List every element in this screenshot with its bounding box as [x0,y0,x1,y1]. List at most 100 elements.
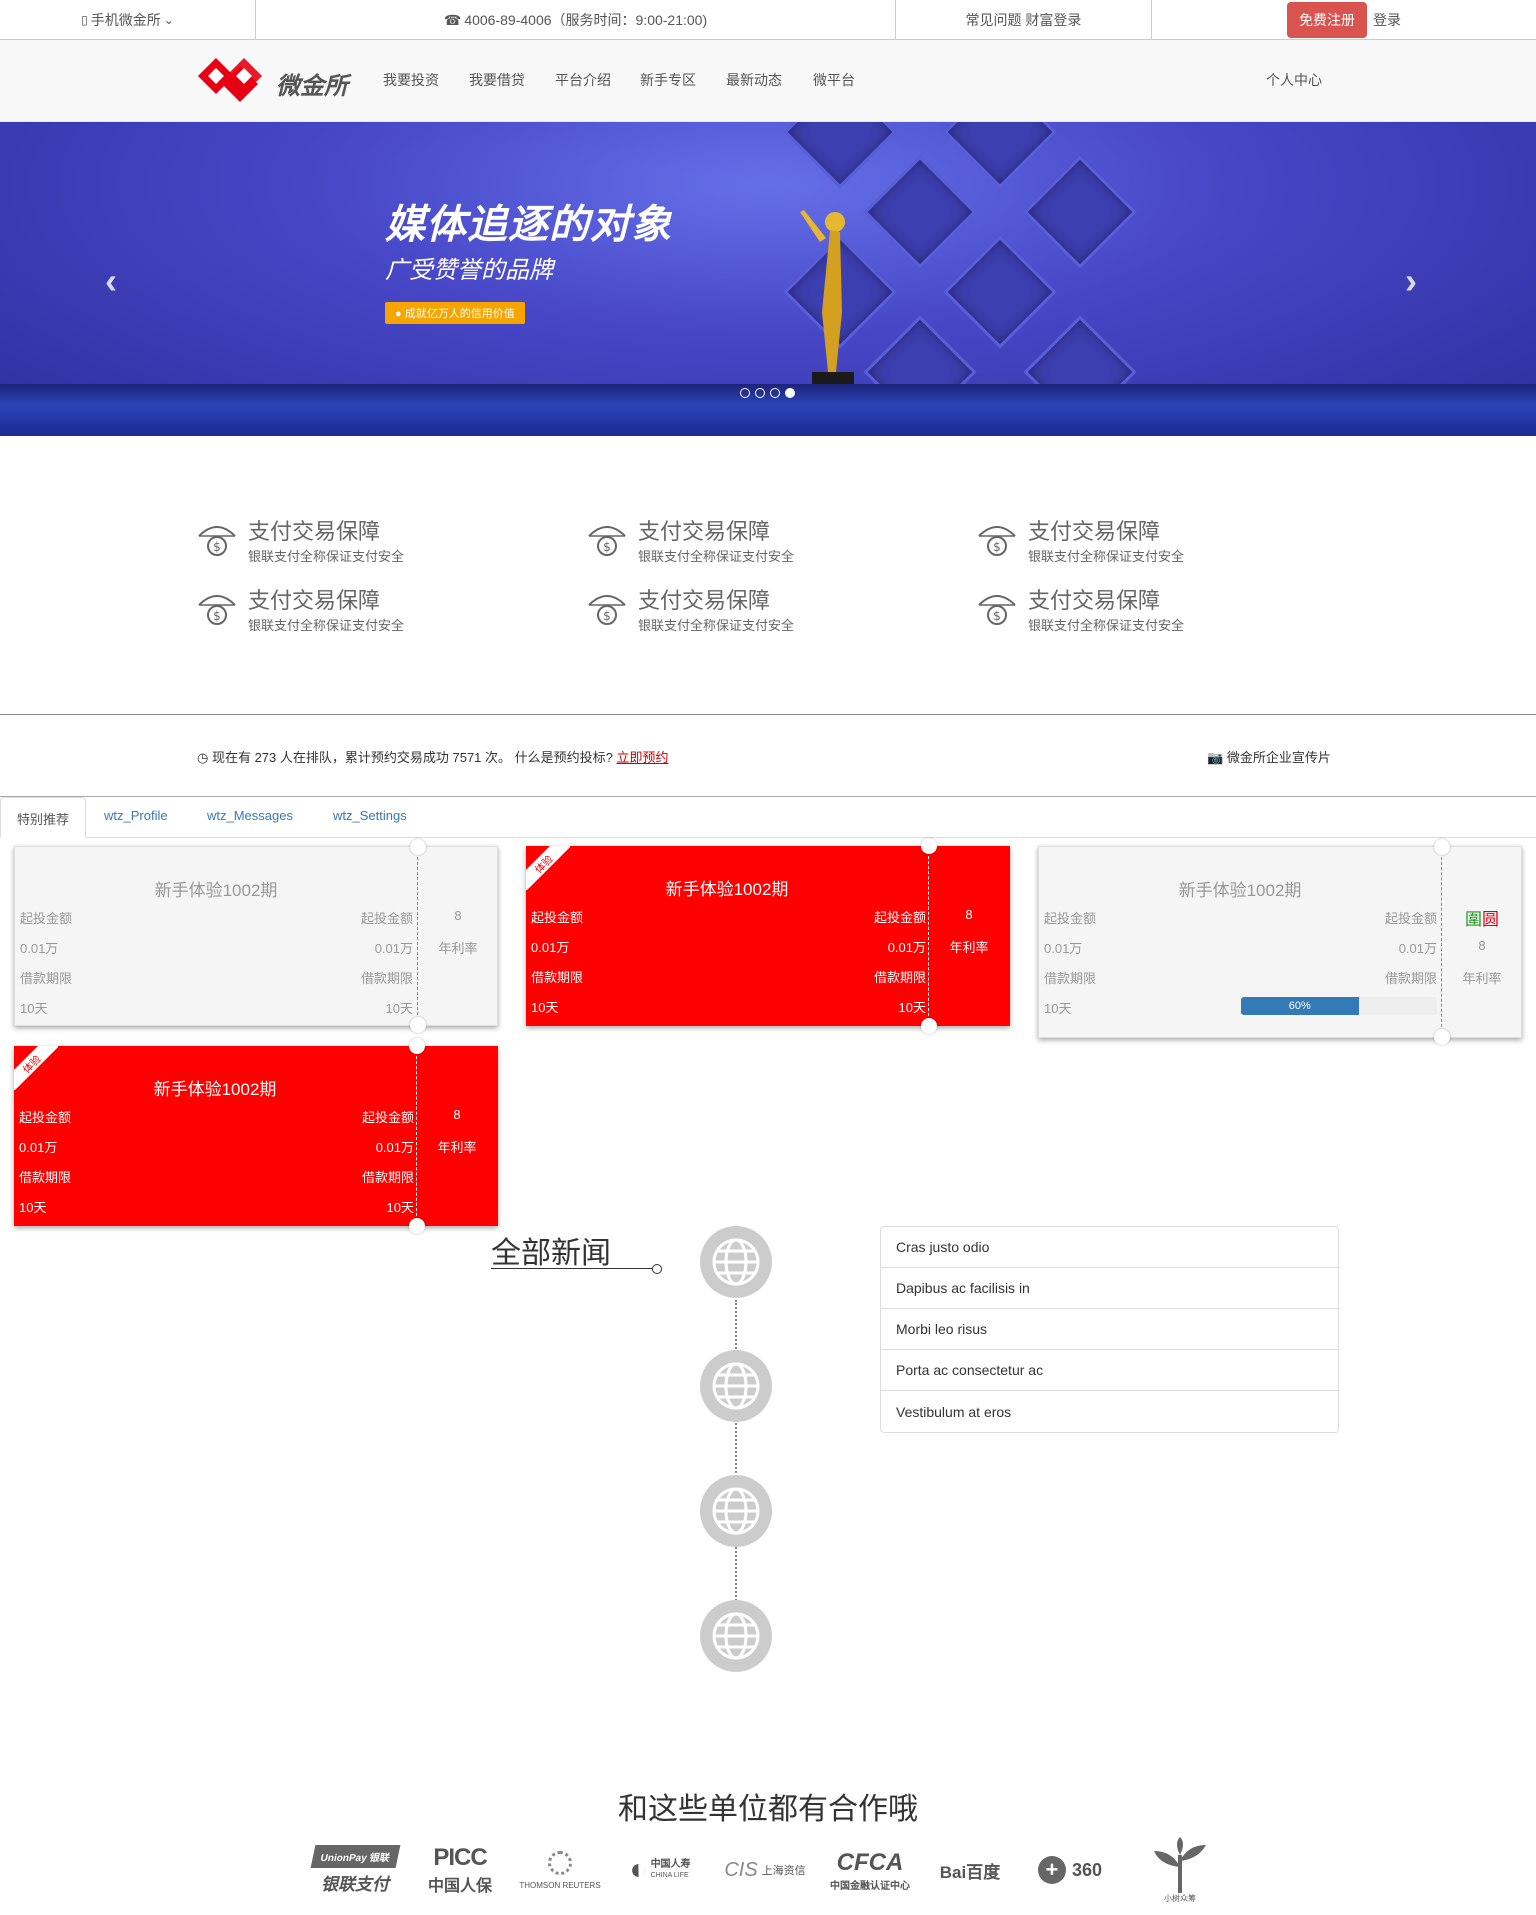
hotline-text: 4006-89-4006（服务时间：9:00-21:00) [464,12,708,28]
card-value: 0.01万 [1398,941,1437,956]
card-title: 新手体验1002期 [154,881,278,900]
card-rate: 8 [453,1107,461,1122]
nav-latest-news[interactable]: 最新动态 [726,70,782,90]
card-title: 新手体验1002期 [1178,881,1302,900]
feature-title: 支付交易保障 [1028,588,1161,613]
card-label: 起投金额 [531,910,584,925]
nav-micro-platform[interactable]: 微平台 [813,70,855,90]
banner-subtitle: 广受赞誉的品牌 [385,257,553,284]
card-label: 借款期限 [873,970,926,985]
funding-progress-fill: 60% [1241,997,1359,1015]
card-value: 10天 [385,1001,413,1016]
card-rate: 8 [1478,938,1486,953]
card-notch [1434,839,1450,855]
register-button[interactable]: 免费注册 [1287,2,1367,38]
carousel-dot[interactable] [770,388,780,398]
tab-featured[interactable]: 特别推荐 [0,797,87,838]
carousel-dot-active[interactable] [785,388,795,398]
baidu-logo[interactable]: Bai百度 [925,1830,1015,1910]
news-list-item[interactable]: Dapibus ac facilisis in [881,1268,1338,1309]
unionpay-logo[interactable]: UnionPay 银联 银联支付 [310,1830,400,1910]
card-label: 借款期限 [361,1170,414,1185]
camera-icon: 📷 [1207,750,1224,765]
site-logo[interactable]: 微金所 [196,54,356,108]
card-value: 0.01万 [20,941,59,956]
partner-logo-name: UnionPay 银联 [310,1845,400,1868]
feature-title: 支付交易保障 [638,588,771,613]
card-value: 0.01万 [19,1140,58,1155]
card-label: 起投金额 [20,911,73,926]
product-card[interactable]: 体验 新手体验1002期 起投金额 起投金额 0.01万 0.01万 借款期限 … [526,838,1010,1034]
promo-video-link[interactable]: 📷 微金所企业宣传片 [1207,747,1331,766]
cis-logo[interactable]: CIS 上海资信 [720,1830,810,1910]
nav-invest[interactable]: 我要投资 [383,70,439,90]
feature-item: $ 支付交易保障 银联支付全称保证支付安全 [197,514,497,570]
globe-icon[interactable] [700,1475,772,1547]
card-label: 起投金额 [873,910,926,925]
carousel-indicators [740,388,795,398]
svg-text:$: $ [213,540,221,554]
nav-user-center[interactable]: 个人中心 [1266,70,1322,90]
partner-logo-sub: 中国金融认证中心 [830,1880,910,1892]
hero-banner: 媒体追逐的对象 广受赞誉的品牌 ● 成就亿万人的信用价值 ‹ › [0,122,1536,436]
card-title: 新手体验1002期 [153,1080,277,1099]
card-value: 10天 [386,1200,414,1215]
card-label: 借款期限 [1384,971,1437,986]
thomson-reuters-logo[interactable]: THOMSON REUTERS [515,1830,605,1910]
card-title: 新手体验1002期 [665,880,789,899]
nav-platform-intro[interactable]: 平台介绍 [555,70,611,90]
news-heading-dot [652,1264,662,1274]
card-notch [409,1218,425,1234]
tab-profile[interactable]: wtz_Profile [88,797,184,838]
nav-newbie-zone[interactable]: 新手专区 [640,70,696,90]
card-label: 借款期限 [20,971,73,986]
queue-text: 现在有 273 人在排队，累计预约交易成功 7571 次。 什么是预约投标? [211,750,613,765]
mobile-app-link[interactable]: ▯ 手机微金所 ⌄ [0,0,256,40]
carousel-next-icon[interactable]: › [1405,260,1417,302]
umbrella-coin-icon: $ [198,526,236,556]
reserve-now-link[interactable]: 立即预约 [617,750,669,765]
product-card[interactable]: 新手体验1002期 起投金额 起投金额 0.01万 0.01万 借款期限 借款期… [1038,839,1522,1045]
card-value: 10天 [898,1000,926,1015]
feature-title: 支付交易保障 [638,519,771,544]
stamp-char: 圍 [1465,910,1482,929]
trophy-tile [1023,155,1137,269]
product-card[interactable]: 体验 新手体验1002期 起投金额 起投金额 0.01万 0.01万 借款期限 … [14,1038,498,1234]
cfca-logo[interactable]: CFCA 中国金融认证中心 [825,1830,915,1910]
trophy-tile [943,122,1057,189]
umbrella-coin-icon: $ [588,526,626,556]
globe-icon[interactable] [700,1226,772,1298]
umbrella-coin-icon: $ [978,595,1016,625]
product-card[interactable]: 新手体验1002期 起投金额 起投金额 0.01万 0.01万 借款期限 借款期… [14,839,498,1033]
feature-title: 支付交易保障 [248,588,381,613]
banner-title: 媒体追逐的对象 [385,203,672,247]
card-label: 借款期限 [531,970,584,985]
news-list-item[interactable]: Morbi leo risus [881,1309,1338,1350]
nav-borrow[interactable]: 我要借贷 [469,70,525,90]
picc-logo[interactable]: PICC 中国人保 [415,1830,505,1910]
card-notch [921,838,937,854]
china-life-logo[interactable]: ◐ 中国人寿 CHINA LIFE [615,1830,705,1910]
sapling-logo[interactable]: 小树众筹 [1135,1830,1225,1910]
carousel-dot[interactable] [740,388,750,398]
partner-logo-sub: CHINA LIFE [650,1872,689,1879]
tab-settings[interactable]: wtz_Settings [317,797,423,838]
news-list-item[interactable]: Porta ac consectetur ac [881,1350,1338,1391]
stamp-char: 圆 [1482,910,1499,929]
partner-logo-name: 中国人寿 [650,1859,691,1870]
auth-area: 免费注册 登录 [1152,0,1536,40]
carousel-dot[interactable] [755,388,765,398]
card-value: 10天 [20,1001,48,1016]
news-list-item[interactable]: Vestibulum at eros [881,1391,1338,1432]
globe-icon[interactable] [700,1600,772,1672]
faq-link[interactable]: 常见问题 财富登录 [896,0,1152,40]
globe-icon[interactable] [700,1350,772,1422]
feature-desc: 银联支付全称保证支付安全 [248,618,405,633]
feature-desc: 银联支付全称保证支付安全 [248,549,405,564]
card-rate-label: 年利率 [949,940,989,955]
news-list-item[interactable]: Cras justo odio [881,1227,1338,1268]
360-logo[interactable]: + 360 [1025,1830,1115,1910]
carousel-prev-icon[interactable]: ‹ [105,260,117,302]
tab-messages[interactable]: wtz_Messages [191,797,309,838]
login-link[interactable]: 登录 [1373,10,1401,30]
